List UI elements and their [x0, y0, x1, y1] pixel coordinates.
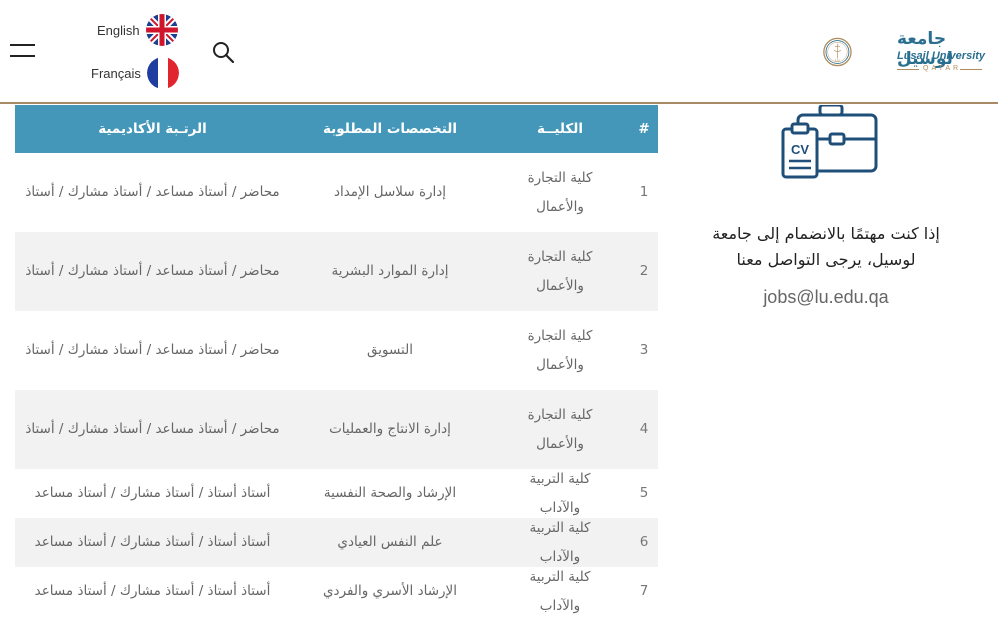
table-row: محاضر / أستاذ مساعد / أستاذ مشارك / أستا… — [15, 311, 658, 390]
university-seal-logo[interactable]: LU — [823, 18, 891, 86]
cell-number: 4 — [639, 421, 649, 437]
cv-briefcase-icon: CV — [781, 105, 878, 179]
logo-divider-right — [960, 69, 982, 70]
contact-email-link[interactable]: jobs@lu.edu.qa — [690, 287, 962, 308]
cell-rank: أستاذ أستاذ / أستاذ مشارك / أستاذ مساعد — [34, 534, 271, 550]
table-header-row: الرتـبة الأكاديمية التخصصات المطلوبة الك… — [15, 105, 658, 153]
cell-rank: محاضر / أستاذ مساعد / أستاذ مشارك / أستا… — [25, 342, 280, 358]
cell-specialty: الإرشاد والصحة النفسية — [323, 485, 457, 501]
logo-english-name: Lusail University — [897, 50, 986, 62]
language-french[interactable]: Français — [91, 57, 179, 89]
column-header-specialty: التخصصات المطلوبة — [322, 121, 457, 137]
table-row: أستاذ أستاذ / أستاذ مشارك / أستاذ مساعد … — [15, 469, 658, 518]
svg-text:LU: LU — [835, 58, 840, 62]
table-row: أستاذ أستاذ / أستاذ مشارك / أستاذ مساعد … — [15, 518, 658, 567]
column-header-college: الكليــة — [537, 121, 583, 137]
uk-flag-icon — [145, 14, 178, 46]
table-row: أستاذ أستاذ / أستاذ مشارك / أستاذ مساعد … — [15, 567, 658, 616]
column-header-rank: الرتـبة الأكاديمية — [98, 121, 207, 137]
cell-specialty: إدارة سلاسل الإمداد — [333, 184, 447, 200]
cell-college: كلية التربية والآداب — [529, 519, 591, 565]
cell-rank: أستاذ أستاذ / أستاذ مشارك / أستاذ مساعد — [34, 583, 271, 599]
cell-number: 3 — [639, 342, 649, 358]
cell-number: 7 — [639, 583, 649, 599]
cell-college: كلية التجارة والأعمال — [527, 406, 593, 452]
cell-college: كلية التربية والآداب — [529, 470, 591, 516]
table-row: محاضر / أستاذ مساعد / أستاذ مشارك / أستا… — [15, 390, 658, 469]
site-header: English Français LU جامعة لوسيل Lusail U… — [0, 0, 998, 104]
language-label-french: Français — [91, 65, 141, 81]
search-icon[interactable] — [211, 40, 235, 64]
menu-bar — [10, 55, 35, 57]
cell-number: 1 — [639, 184, 649, 200]
logo-country: QATAR — [923, 65, 962, 72]
cell-college: كلية التجارة والأعمال — [527, 248, 593, 294]
cell-rank: محاضر / أستاذ مساعد / أستاذ مشارك / أستا… — [25, 421, 280, 437]
cell-rank: أستاذ أستاذ / أستاذ مشارك / أستاذ مساعد — [34, 485, 271, 501]
column-header-number: # — [638, 121, 650, 137]
cell-specialty: إدارة الانتاج والعمليات — [329, 421, 451, 437]
table-row: محاضر / أستاذ مساعد / أستاذ مشارك / أستا… — [15, 232, 658, 311]
cell-specialty: الإرشاد الأسري والفردي — [322, 583, 457, 599]
jobs-table: الرتـبة الأكاديمية التخصصات المطلوبة الك… — [15, 105, 658, 616]
cell-specialty: التسويق — [367, 342, 413, 358]
cell-rank: محاضر / أستاذ مساعد / أستاذ مشارك / أستا… — [25, 263, 280, 279]
cell-specialty: علم النفس العيادي — [337, 534, 443, 550]
cell-number: 5 — [639, 485, 649, 501]
svg-text:CV: CV — [791, 142, 809, 157]
cell-number: 6 — [639, 534, 649, 550]
contact-message: إذا كنت مهتمًا بالانضمام إلى جامعة لوسيل… — [712, 224, 940, 269]
logo-divider-left — [897, 69, 919, 70]
table-row: محاضر / أستاذ مساعد / أستاذ مشارك / أستا… — [15, 153, 658, 232]
cell-rank: محاضر / أستاذ مساعد / أستاذ مشارك / أستا… — [25, 184, 280, 200]
cell-number: 2 — [639, 263, 649, 279]
cell-college: كلية التربية والآداب — [529, 568, 591, 614]
france-flag-icon — [146, 57, 179, 89]
menu-icon[interactable] — [10, 44, 35, 60]
cell-college: كلية التجارة والأعمال — [527, 169, 593, 215]
logo-arabic-name: جامعة لوسيل — [897, 29, 953, 69]
language-label-english: English — [97, 22, 140, 38]
menu-bar — [10, 44, 35, 46]
language-english[interactable]: English — [97, 14, 178, 46]
cell-college: كلية التجارة والأعمال — [527, 327, 593, 373]
cell-specialty: إدارة الموارد البشرية — [331, 263, 449, 279]
